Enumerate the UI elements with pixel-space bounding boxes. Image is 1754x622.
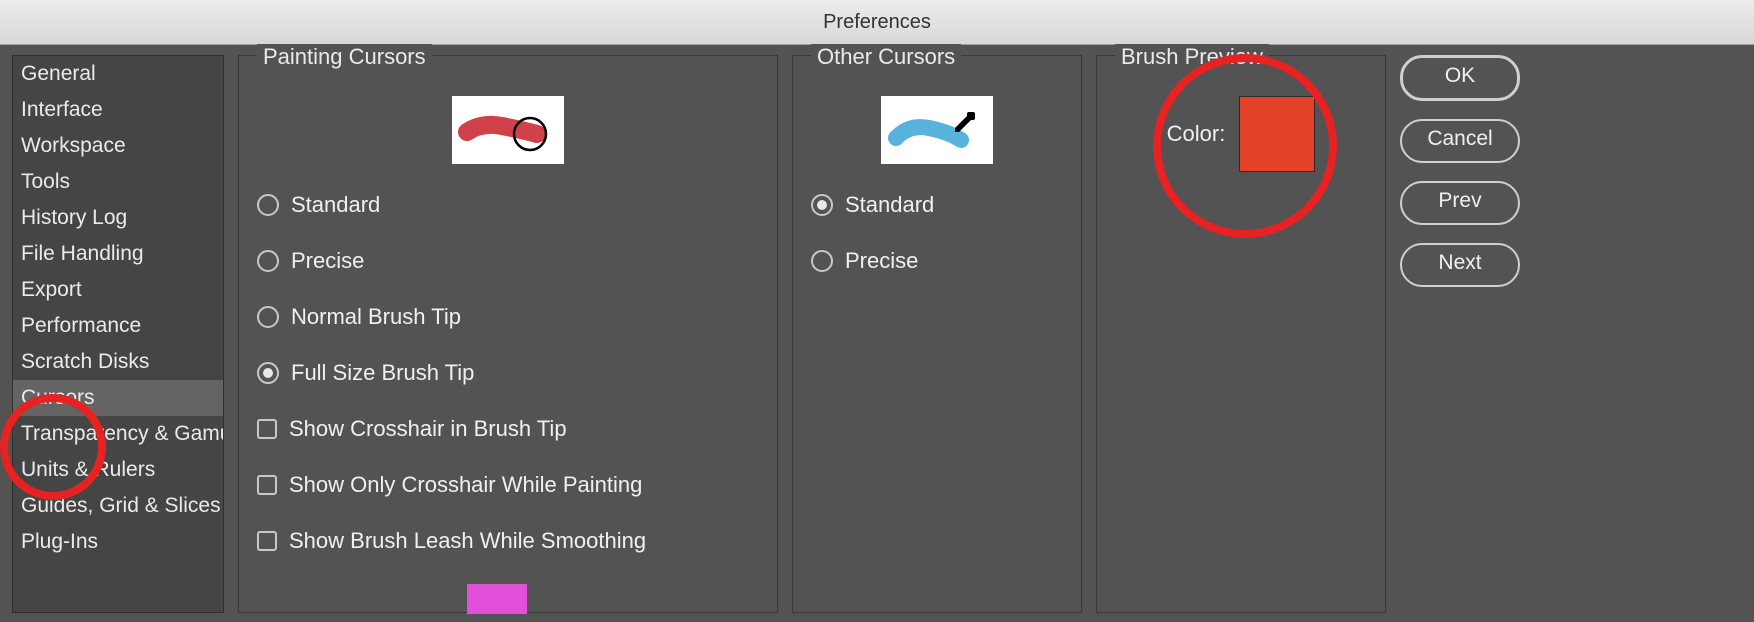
next-button[interactable]: Next: [1400, 243, 1520, 287]
sidebar-item-history-log[interactable]: History Log: [13, 200, 223, 236]
option-label: Normal Brush Tip: [291, 304, 461, 330]
group-title-painting: Painting Cursors: [257, 44, 432, 70]
preferences-body: General Interface Workspace Tools Histor…: [0, 45, 1754, 613]
sidebar-item-export[interactable]: Export: [13, 272, 223, 308]
group-title-brush-preview: Brush Preview: [1115, 44, 1269, 70]
option-label: Show Brush Leash While Smoothing: [289, 528, 646, 554]
brush-preview-color-swatch[interactable]: [1239, 96, 1315, 172]
check-crosshair-in-tip[interactable]: Show Crosshair in Brush Tip: [257, 416, 759, 442]
checkbox-icon: [257, 475, 277, 495]
option-label: Precise: [291, 248, 364, 274]
brush-preview-color-row: Color:: [1115, 96, 1367, 172]
check-brush-leash[interactable]: Show Brush Leash While Smoothing: [257, 528, 759, 554]
group-other-cursors: Other Cursors Standard Precise: [792, 55, 1082, 613]
sidebar-item-plug-ins[interactable]: Plug-Ins: [13, 524, 223, 560]
option-label: Precise: [845, 248, 918, 274]
radio-painting-full-tip[interactable]: Full Size Brush Tip: [257, 360, 759, 386]
radio-icon: [257, 362, 279, 384]
group-title-other: Other Cursors: [811, 44, 961, 70]
group-painting-cursors: Painting Cursors Standard Precise Normal…: [238, 55, 778, 613]
brush-stroke-icon: [452, 96, 564, 164]
radio-icon: [811, 194, 833, 216]
leash-color-swatch[interactable]: [467, 584, 527, 614]
checkbox-icon: [257, 419, 277, 439]
cancel-button[interactable]: Cancel: [1400, 119, 1520, 163]
sidebar-item-general[interactable]: General: [13, 56, 223, 92]
content-area: Painting Cursors Standard Precise Normal…: [238, 55, 1742, 613]
sidebar-item-guides-grid-slices[interactable]: Guides, Grid & Slices: [13, 488, 223, 524]
sidebar-item-cursors[interactable]: Cursors: [13, 380, 223, 416]
eyedropper-preview-icon: [881, 96, 993, 164]
sidebar-item-units-rulers[interactable]: Units & Rulers: [13, 452, 223, 488]
sidebar-item-performance[interactable]: Performance: [13, 308, 223, 344]
other-cursor-preview: [881, 96, 993, 164]
radio-icon: [811, 250, 833, 272]
dialog-buttons: OK Cancel Prev Next: [1400, 55, 1520, 613]
option-label: Standard: [291, 192, 380, 218]
radio-painting-precise[interactable]: Precise: [257, 248, 759, 274]
check-crosshair-while-painting[interactable]: Show Only Crosshair While Painting: [257, 472, 759, 498]
option-label: Full Size Brush Tip: [291, 360, 474, 386]
radio-icon: [257, 194, 279, 216]
painting-cursor-preview: [452, 96, 564, 164]
window-title: Preferences: [0, 0, 1754, 45]
sidebar-item-interface[interactable]: Interface: [13, 92, 223, 128]
radio-painting-normal-tip[interactable]: Normal Brush Tip: [257, 304, 759, 330]
radio-icon: [257, 306, 279, 328]
radio-icon: [257, 250, 279, 272]
sidebar: General Interface Workspace Tools Histor…: [12, 55, 224, 613]
sidebar-item-file-handling[interactable]: File Handling: [13, 236, 223, 272]
option-label: Show Only Crosshair While Painting: [289, 472, 642, 498]
ok-button[interactable]: OK: [1400, 55, 1520, 101]
group-brush-preview: Brush Preview Color:: [1096, 55, 1386, 613]
sidebar-item-tools[interactable]: Tools: [13, 164, 223, 200]
option-label: Show Crosshair in Brush Tip: [289, 416, 567, 442]
radio-other-precise[interactable]: Precise: [811, 248, 1063, 274]
checkbox-icon: [257, 531, 277, 551]
radio-other-standard[interactable]: Standard: [811, 192, 1063, 218]
sidebar-item-workspace[interactable]: Workspace: [13, 128, 223, 164]
sidebar-item-scratch-disks[interactable]: Scratch Disks: [13, 344, 223, 380]
color-label: Color:: [1167, 121, 1226, 147]
option-label: Standard: [845, 192, 934, 218]
sidebar-item-transparency-gamut[interactable]: Transparency & Gamut: [13, 416, 223, 452]
radio-painting-standard[interactable]: Standard: [257, 192, 759, 218]
prev-button[interactable]: Prev: [1400, 181, 1520, 225]
